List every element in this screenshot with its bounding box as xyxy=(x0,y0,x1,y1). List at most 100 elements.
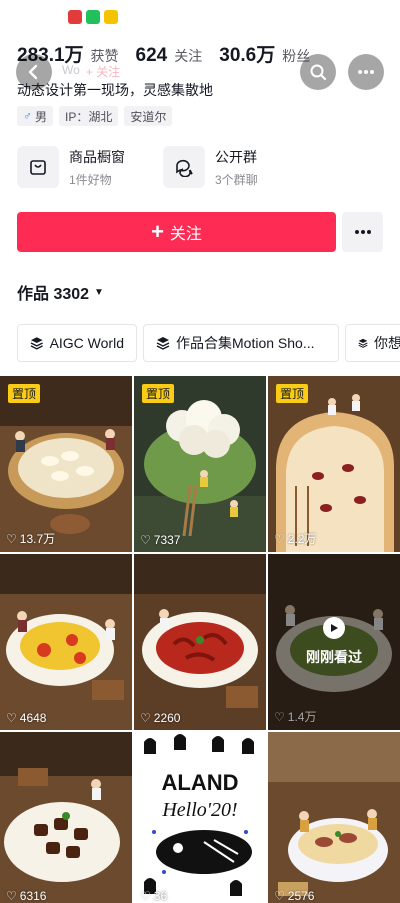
video-tile[interactable]: 置顶 ♡ 13.7万 xyxy=(0,376,132,552)
like-count: ♡ 6316 xyxy=(6,889,46,903)
like-count-value: 4648 xyxy=(19,711,47,725)
video-tile[interactable]: ALAND Hello'20! ♡ 36 xyxy=(134,732,266,903)
stack-icon xyxy=(156,337,170,350)
video-tile[interactable]: ♡ 2576 xyxy=(268,732,400,903)
followers-count[interactable]: 30.6万 xyxy=(219,40,275,67)
like-count: ♡ 13.7万 xyxy=(6,530,55,547)
signal-icon: ▮▮▮ xyxy=(339,11,358,24)
heart-outline-icon: ♡ xyxy=(140,533,151,547)
collapsed-name: Wo xyxy=(62,63,80,77)
works-tab[interactable]: 作品 3302 ▼ xyxy=(17,280,104,304)
ip-tag: IP：湖北 xyxy=(59,106,119,126)
heart-outline-icon: ♡ xyxy=(274,709,285,724)
collection-label: 你想 xyxy=(374,335,400,351)
like-count-value: 2.2万 xyxy=(287,532,317,546)
public-group-title: 公开群 xyxy=(215,148,257,165)
heart-outline-icon: ♡ xyxy=(6,889,17,903)
chevron-left-icon xyxy=(28,64,38,80)
product-window-title: 商品橱窗 xyxy=(69,148,125,165)
app-badge-icon xyxy=(68,10,83,24)
pinned-badge: 置顶 xyxy=(142,384,175,403)
heart-outline-icon: ♡ xyxy=(6,531,17,546)
poster-subtitle: Hello'20! xyxy=(161,799,237,821)
status-time: 08:19 xyxy=(24,8,63,26)
collection-chip[interactable]: 你想 xyxy=(345,324,400,362)
like-count-value: 6316 xyxy=(19,889,47,903)
poster-title: ALAND xyxy=(162,770,239,795)
collection-chip[interactable]: 作品合集Motion Sho... xyxy=(143,324,339,362)
video-tile[interactable]: ♡ 2260 xyxy=(134,554,266,730)
more-dots-icon xyxy=(354,230,371,234)
like-count: ♡ 4648 xyxy=(6,711,46,725)
heart-outline-icon: ♡ xyxy=(274,531,285,546)
caret-down-icon: ▼ xyxy=(94,286,104,298)
video-thumbnail xyxy=(268,732,400,903)
like-count: ♡ 7337 xyxy=(140,533,180,547)
like-count-value: 1.4万 xyxy=(287,710,317,724)
battery-icon: 99 xyxy=(364,10,386,24)
video-tile[interactable]: 刚刚看过 ♡ 1.4万 xyxy=(268,554,400,730)
video-tile[interactable]: ♡ 4648 xyxy=(0,554,132,730)
following-label[interactable]: 关注 xyxy=(174,46,202,66)
recently-watched-label: 刚刚看过 xyxy=(306,649,362,665)
like-count-value: 2260 xyxy=(153,711,181,725)
collection-chip[interactable]: AIGC World xyxy=(17,324,137,362)
collections-row: AIGC World 作品合集Motion Sho... 你想 xyxy=(17,324,400,362)
product-window-subtitle: 1件好物 xyxy=(69,172,112,187)
heart-outline-icon: ♡ xyxy=(140,711,151,725)
collapsed-follow-button[interactable]: + 关注 xyxy=(86,63,120,80)
like-count: ♡ 2.2万 xyxy=(274,530,316,547)
male-icon: ♂ xyxy=(23,109,32,123)
gender-tag-label: 男 xyxy=(35,109,48,124)
stack-icon xyxy=(30,337,43,350)
more-dots-icon xyxy=(358,70,374,74)
group-chat-icon xyxy=(163,146,205,188)
profile-tags: ♂ 男 IP：湖北 安道尔 xyxy=(17,106,173,126)
public-group-entry[interactable]: 公开群 3个群聊 xyxy=(163,146,258,188)
plus-icon: + xyxy=(151,219,164,244)
search-button[interactable] xyxy=(300,54,336,90)
app-badge-icon xyxy=(104,10,119,24)
like-count-value: 13.7万 xyxy=(19,532,56,546)
like-count: ♡ 2260 xyxy=(140,711,180,725)
collapsed-header: Wo + 关注 xyxy=(62,63,120,80)
video-tile[interactable]: ♡ 6316 xyxy=(0,732,132,903)
like-count: ♡ 1.4万 xyxy=(274,708,316,725)
heart-outline-icon: ♡ xyxy=(6,711,17,725)
like-count: ♡ 36 xyxy=(140,889,167,903)
public-group-subtitle: 3个群聊 xyxy=(215,172,258,187)
video-tile[interactable]: 置顶 ♡ 2.2万 xyxy=(268,376,400,552)
more-button[interactable] xyxy=(348,54,384,90)
pinned-badge: 置顶 xyxy=(276,384,309,403)
like-count-value: 7337 xyxy=(153,533,181,547)
like-count: ♡ 2576 xyxy=(274,889,314,903)
collection-label: 作品合集Motion Sho... xyxy=(176,335,315,351)
heart-outline-icon: ♡ xyxy=(140,889,151,903)
video-grid: 置顶 ♡ 13.7万 置顶 ♡ 7337 置顶 ♡ 2.2万 ♡ 4648 ♡ … xyxy=(0,376,400,903)
collection-label: AIGC World xyxy=(49,335,124,351)
product-window-entry[interactable]: 商品橱窗 1件好物 xyxy=(17,146,125,188)
works-count-label: 作品 3302 xyxy=(17,286,90,303)
video-tile[interactable]: 置顶 ♡ 7337 xyxy=(134,376,266,552)
wechat-icon xyxy=(86,10,101,24)
like-count-value: 2576 xyxy=(287,889,315,903)
status-bar: 08:19 ▮▮▮ 99 xyxy=(0,0,400,34)
pinned-badge: 置顶 xyxy=(8,384,41,403)
shopping-bag-icon xyxy=(17,146,59,188)
profile-bio: 动态设计第一现场，灵感集散地 xyxy=(17,82,213,98)
more-actions-button[interactable] xyxy=(342,212,383,252)
heart-outline-icon: ♡ xyxy=(274,889,285,903)
video-thumbnail xyxy=(0,732,132,903)
status-indicators: ▮▮▮ 99 xyxy=(340,10,386,24)
follow-button-label: 关注 xyxy=(169,226,202,243)
location-tag: 安道尔 xyxy=(124,106,173,126)
gender-tag: ♂ 男 xyxy=(17,106,54,126)
video-thumbnail xyxy=(0,554,132,730)
video-thumbnail xyxy=(134,554,266,730)
play-icon xyxy=(323,617,345,639)
recently-watched-overlay: 刚刚看过 xyxy=(268,554,400,730)
search-icon xyxy=(310,64,327,81)
follow-button[interactable]: + 关注 xyxy=(17,212,336,252)
following-count[interactable]: 624 xyxy=(136,45,168,67)
video-thumbnail: ALAND Hello'20! xyxy=(134,732,266,903)
